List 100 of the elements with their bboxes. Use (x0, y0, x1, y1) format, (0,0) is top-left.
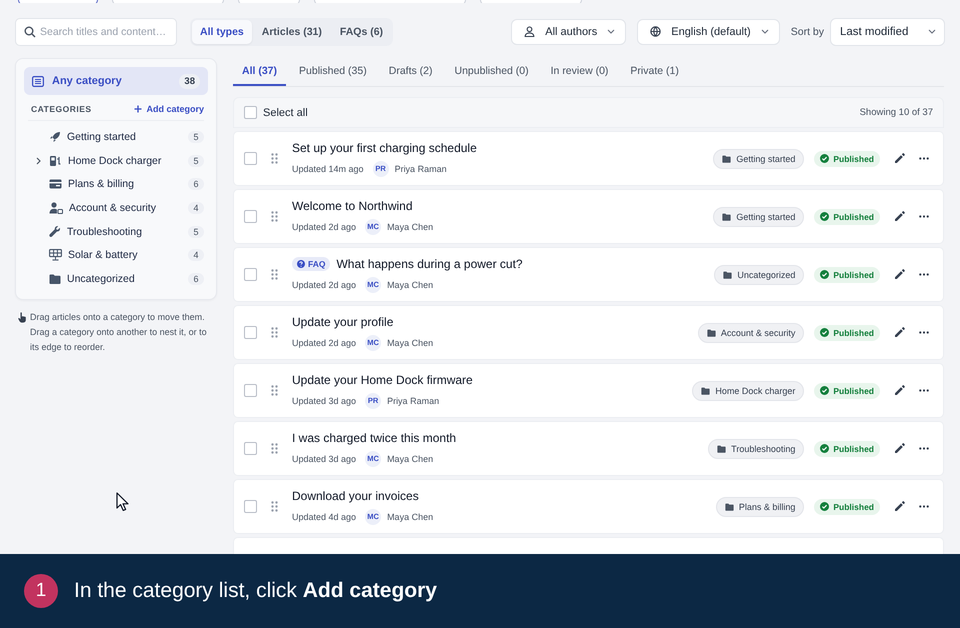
pencil-icon[interactable] (894, 327, 905, 338)
filter-dropdown[interactable]: All authors (511, 18, 626, 44)
category-count: 5 (188, 226, 204, 238)
article-title: Download your invoices (292, 488, 419, 502)
pencil-icon[interactable] (894, 443, 905, 454)
status-tab[interactable]: Drafts (2) (380, 58, 442, 86)
more-icon[interactable] (919, 157, 929, 160)
category-tag: Uncategorized (714, 264, 804, 284)
filter-dropdown[interactable]: English (default) (637, 18, 780, 44)
category-count: 6 (188, 272, 204, 285)
category-item[interactable]: Account & security 4 (24, 196, 208, 220)
updated-time: Updated 3d ago (292, 396, 356, 406)
check-circle-icon (820, 502, 830, 511)
row-checkbox[interactable] (244, 268, 257, 281)
folder-icon (49, 274, 61, 284)
article-title: Update your Home Dock firmware (292, 372, 473, 386)
category-tag: Plans & billing (716, 496, 804, 516)
select-all-checkbox[interactable] (244, 106, 257, 119)
status-badge: Published (814, 324, 880, 340)
check-circle-icon (820, 270, 830, 279)
updated-time: Updated 2d ago (292, 222, 356, 232)
folder-icon (701, 386, 710, 394)
add-category-link[interactable]: Add category (134, 104, 204, 114)
row-checkbox[interactable] (244, 442, 257, 455)
solar-panel-icon (49, 249, 62, 262)
category-item[interactable]: Solar & battery 4 (24, 243, 208, 268)
category-item[interactable]: Getting started 5 (24, 125, 208, 149)
article-title: Welcome to Northwind (292, 198, 412, 212)
status-tab[interactable]: Private (1) (621, 58, 688, 86)
more-icon[interactable] (919, 273, 929, 276)
category-item[interactable]: Plans & billing 6 (24, 172, 208, 196)
category-count: 4 (188, 202, 204, 214)
sort-dropdown[interactable]: Last modified (830, 18, 945, 46)
check-circle-icon (820, 386, 830, 395)
check-circle-icon (820, 444, 830, 453)
category-item[interactable]: Troubleshooting 5 (24, 220, 208, 244)
category-tag: Troubleshooting (708, 438, 804, 458)
folder-icon (724, 502, 734, 510)
category-tag: Getting started (713, 206, 804, 226)
step-number: 1 (24, 574, 58, 608)
search-field[interactable]: Search titles and content… (15, 18, 177, 46)
instruction-text: In the category list, click Add category (74, 579, 437, 603)
author-name: Priya Raman (394, 164, 447, 174)
credit-card-icon (49, 179, 62, 190)
category-item[interactable]: Home Dock charger 5 (24, 148, 208, 172)
type-tab[interactable]: All types (192, 20, 252, 44)
more-icon[interactable] (919, 447, 929, 450)
folder-icon (722, 154, 732, 162)
row-checkbox[interactable] (244, 152, 257, 165)
author-name: Maya Chen (387, 512, 434, 522)
status-badge: Published (814, 266, 880, 282)
category-item[interactable]: Uncategorized 6 (24, 267, 208, 291)
row-checkbox[interactable] (244, 384, 257, 397)
drag-handle-icon[interactable] (271, 327, 278, 338)
drag-handle-icon[interactable] (271, 153, 278, 164)
type-tab[interactable]: FAQs (6) (332, 20, 392, 44)
any-category-item[interactable]: Any category 38 (24, 67, 208, 95)
status-tab[interactable]: All (37) (233, 58, 286, 86)
person-icon (524, 26, 536, 37)
drag-handle-icon[interactable] (271, 443, 278, 454)
status-badge: Published (814, 498, 880, 514)
category-count: 5 (188, 130, 204, 143)
drag-handle-icon[interactable] (271, 269, 278, 280)
status-tab[interactable]: In review (0) (542, 58, 618, 86)
category-label: Any category (52, 75, 123, 87)
wrench-icon (49, 226, 61, 238)
drag-handle-icon[interactable] (271, 501, 278, 512)
check-circle-icon (820, 212, 830, 221)
type-tab[interactable]: Articles (31) (254, 20, 330, 44)
status-tab[interactable]: Published (35) (290, 58, 376, 86)
pencil-icon[interactable] (894, 211, 905, 222)
row-checkbox[interactable] (244, 500, 257, 513)
drag-handle-icon[interactable] (271, 211, 278, 222)
mouse-cursor-icon (116, 492, 130, 512)
category-count: 5 (188, 154, 204, 167)
status-badge: Published (814, 150, 880, 166)
pencil-icon[interactable] (894, 153, 905, 164)
drag-handle-icon[interactable] (271, 385, 278, 396)
folder-icon (717, 444, 726, 452)
author-name: Maya Chen (387, 222, 434, 232)
drag-hint: Drag articles onto a category to move them. Drag a category onto another to nest it, or to its edge to reorder. (30, 310, 208, 354)
category-tag: Home Dock charger (692, 380, 804, 400)
globe-icon (650, 26, 662, 37)
status-tab[interactable]: Unpublished (0) (446, 58, 538, 86)
row-checkbox[interactable] (244, 210, 257, 223)
result-count: Showing 10 of 37 (860, 107, 933, 118)
charger-icon (49, 154, 62, 167)
pencil-icon[interactable] (894, 385, 905, 396)
list-icon (32, 76, 44, 86)
sort-label: Sort by (790, 26, 824, 38)
folder-icon (723, 270, 732, 278)
more-icon[interactable] (919, 331, 929, 334)
more-icon[interactable] (919, 215, 929, 218)
more-icon[interactable] (919, 505, 929, 508)
more-icon[interactable] (919, 389, 929, 392)
pencil-icon[interactable] (894, 501, 905, 512)
pencil-icon[interactable] (894, 269, 905, 280)
row-checkbox[interactable] (244, 326, 257, 339)
chevron-right-icon[interactable] (36, 156, 41, 165)
author-name: Priya Raman (387, 396, 440, 406)
